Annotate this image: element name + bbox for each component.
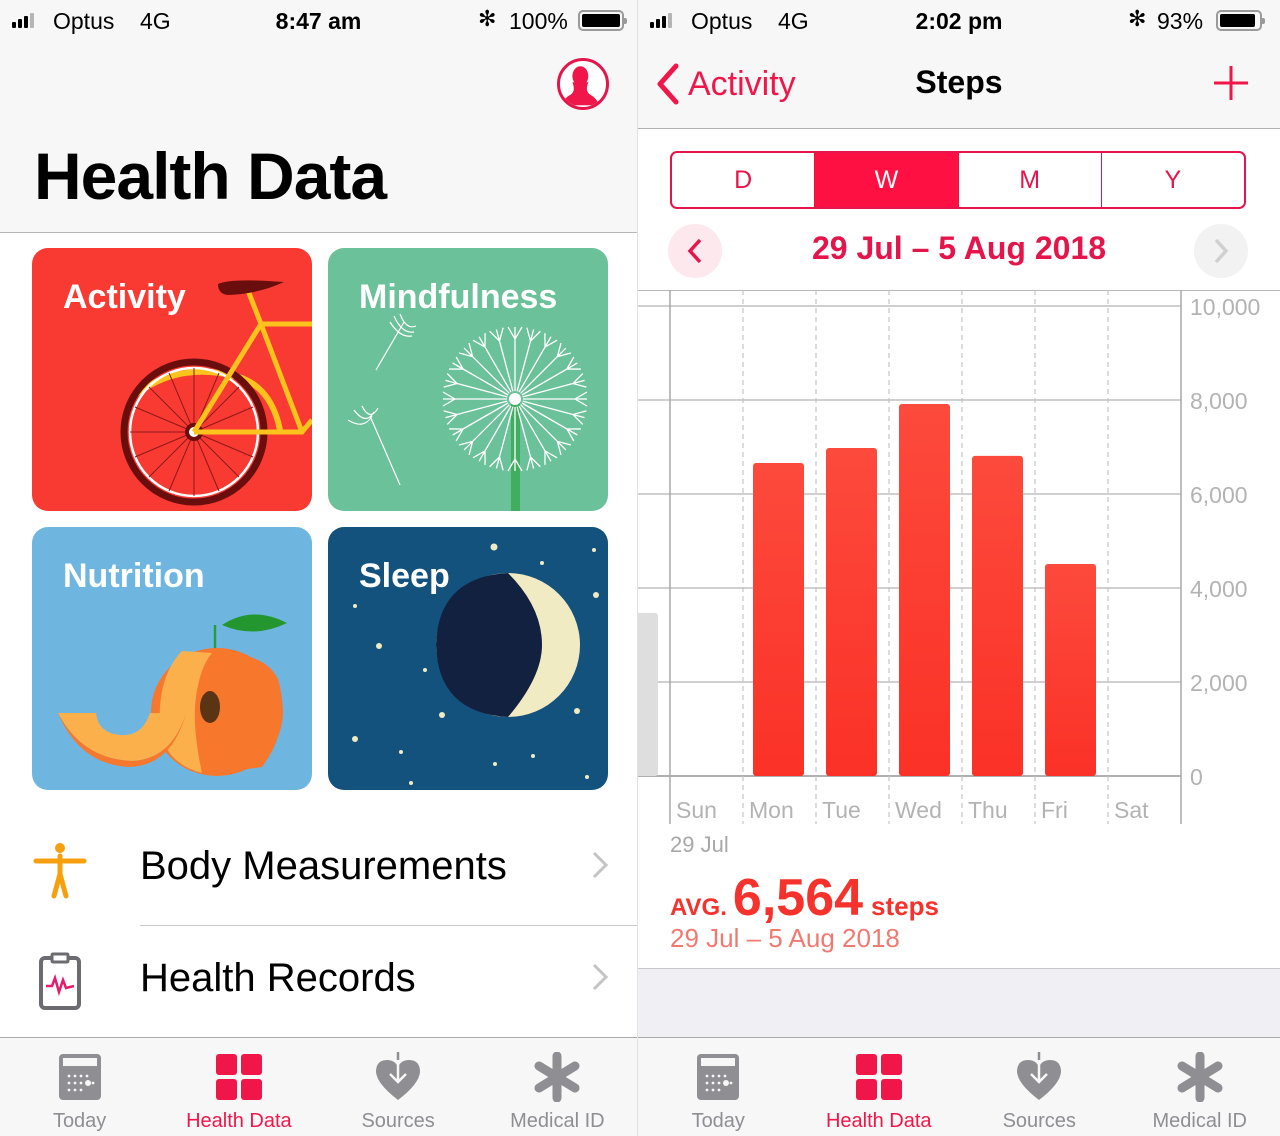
x-tick-label: Fri [1041,797,1068,823]
tab-label: Sources [1002,1110,1076,1132]
tab-health-data[interactable]: Health Data [159,1038,318,1136]
y-tick-label: 0 [1190,764,1203,790]
steps-screen: Optus 4G 2:02 pm ✻ 93% Activity Steps D … [637,0,1280,1136]
bar-thu [972,455,1023,776]
avg-range: 29 Jul – 5 Aug 2018 [670,923,900,953]
bluetooth-icon: ✻ [1128,6,1147,31]
tab-bar: Today Health Data Sources Medical ID [0,1037,637,1136]
heart-download-icon [1017,1052,1062,1100]
segment-year[interactable]: Y [1102,153,1244,207]
tab-today[interactable]: Today [638,1038,799,1136]
list-item-body-measurements[interactable]: Body Measurements [0,814,637,926]
tab-label: Sources [361,1110,435,1132]
tab-bar: Today Health Data Sources Medical ID [638,1037,1280,1136]
y-tick-label: 4,000 [1190,576,1248,602]
x-tick-label: Tue [822,797,861,823]
chevron-right-icon [1214,238,1229,264]
tab-medical-id[interactable]: Medical ID [1120,1038,1280,1136]
body-figure-icon [33,843,87,899]
asterisk-icon [1177,1052,1223,1102]
steps-bar-chart[interactable]: 0 2,000 4,000 6,000 8,000 10,000 Sun Mon Tue Wed T… [638,290,1280,830]
segment-month[interactable]: M [959,153,1102,207]
page-title: Health Data [34,139,387,213]
list-item-health-records[interactable]: Health Records [0,926,637,1038]
y-tick-label: 2,000 [1190,670,1248,696]
row-label: Health Records [140,956,416,1000]
battery-percent: 93% [1157,8,1204,34]
clipboard-heartbeat-icon [39,952,81,1010]
segment-week[interactable]: W [815,153,959,207]
battery-percent: 100% [509,8,568,34]
grouped-background [638,969,1280,1039]
grid-icon [855,1054,902,1100]
battery-icon [578,10,627,31]
x-tick-label: Sun [676,797,717,823]
tab-sources[interactable]: Sources [959,1038,1120,1136]
tile-label: Mindfulness [359,278,558,316]
tile-label: Sleep [359,557,450,595]
person-circle-icon [561,66,599,106]
tab-label: Medical ID [1152,1110,1247,1132]
week-start-label: 29 Jul [670,832,729,857]
health-data-screen: Optus 4G 8:47 am ✻ 100% Health Data Acti… [0,0,637,1136]
average-summary: AVG. 6,564 steps [670,868,939,928]
status-bar: Optus 4G 8:47 am ✻ 100% [0,0,637,42]
tab-label: Today [52,1110,107,1132]
bluetooth-icon: ✻ [478,6,497,31]
y-tick-label: 10,000 [1190,294,1260,320]
tab-label: Health Data [186,1110,292,1132]
segment-day[interactable]: D [672,153,816,207]
row-label: Body Measurements [140,844,507,888]
tile-nutrition[interactable]: Nutrition [32,527,312,790]
chevron-right-icon [592,851,609,879]
tab-label: Medical ID [510,1110,605,1132]
tile-label: Activity [63,278,186,316]
tab-health-data[interactable]: Health Data [799,1038,960,1136]
heart-download-icon [376,1052,421,1100]
calendar-icon [697,1054,740,1100]
avg-unit: steps [871,891,939,921]
x-tick-label: Thu [968,797,1008,823]
tab-label: Today [691,1110,745,1132]
header: Health Data [0,42,637,233]
battery-icon [1216,10,1265,31]
chevron-right-icon [592,963,609,991]
date-range-title: 29 Jul – 5 Aug 2018 [811,230,1107,266]
bar-tue [826,447,877,776]
nav-bar: Activity Steps [638,42,1280,129]
next-period-button[interactable] [1194,224,1248,278]
profile-button[interactable] [557,58,609,110]
period-segmented-control: D W M Y [670,151,1246,209]
tab-sources[interactable]: Sources [319,1038,478,1136]
avg-label: AVG. [670,894,727,921]
x-tick-label: Sat [1114,797,1149,823]
tab-label: Health Data [825,1110,932,1132]
tile-mindfulness[interactable]: Mindfulness [328,248,608,511]
y-tick-label: 8,000 [1190,388,1248,414]
calendar-icon [58,1054,101,1100]
status-bar: Optus 4G 2:02 pm ✻ 93% [638,0,1280,42]
tile-label: Nutrition [63,557,205,595]
grid-icon [215,1054,262,1100]
tab-medical-id[interactable]: Medical ID [478,1038,637,1136]
plus-icon[interactable] [1212,64,1250,102]
avg-value: 6,564 [732,869,864,927]
nav-title: Steps [915,64,1003,100]
tab-today[interactable]: Today [0,1038,159,1136]
bar-wed [899,403,950,776]
tile-sleep[interactable]: Sleep [328,527,608,790]
x-tick-label: Mon [749,797,794,823]
tile-activity[interactable]: Activity [32,248,312,511]
y-tick-label: 6,000 [1190,482,1248,508]
asterisk-icon [534,1052,580,1102]
x-tick-label: Wed [895,797,942,823]
bar-mon [753,462,804,776]
bar-fri [1045,564,1096,776]
previous-week-bar [638,612,658,776]
